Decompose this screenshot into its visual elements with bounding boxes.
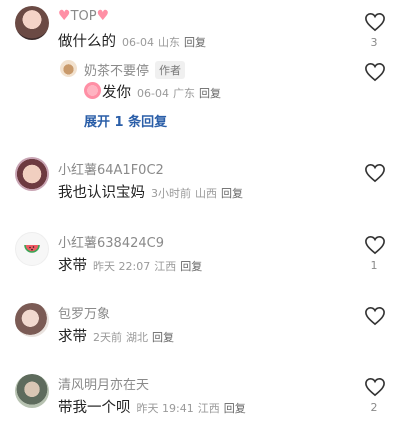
watermelon-icon [24,244,40,253]
expand-replies-link[interactable]: 展开 1 条回复 [84,111,167,130]
heart-outline-icon[interactable] [364,62,386,82]
comment-text: 做什么的 [58,34,116,50]
reply-body[interactable]: 发你 06-04 广东 回复 [102,81,221,102]
comment-username[interactable]: 清风明月亦在天 [58,374,149,393]
comment-location: 山西 [195,187,217,200]
like-count: 2 [370,401,378,414]
reply-text: 发你 [102,85,131,101]
comment-username[interactable]: 小红薯638424C9 [58,232,164,251]
comment-body[interactable]: 带我一个呗 昨天 19:41 江西 回复 [58,396,246,417]
pink-heart-icon: ♥ [96,8,110,24]
comment-username[interactable]: ♥TOP♥ [58,8,109,24]
comment-text: 求带 [58,258,87,274]
comment-body[interactable]: 做什么的 06-04 山东 回复 [58,30,206,51]
comment-text: 求带 [58,329,87,345]
reply-button[interactable]: 回复 [199,87,221,100]
comment-body[interactable]: 求带 2天前 湖北 回复 [58,325,174,346]
comment-body[interactable]: 求带 昨天 22:07 江西 回复 [58,254,202,275]
comment-location: 江西 [197,402,220,415]
avatar[interactable] [15,232,49,266]
reply-button[interactable]: 回复 [184,36,206,49]
heart-outline-icon[interactable] [364,377,386,397]
comment-body[interactable]: 我也认识宝妈 3小时前 山西 回复 [58,181,243,202]
reply-username[interactable]: 奶茶不要停 作者 [84,60,186,79]
avatar[interactable] [15,374,49,408]
reply-button[interactable]: 回复 [180,260,202,273]
avatar[interactable] [15,157,49,191]
reply-button[interactable]: 回复 [224,402,246,415]
comment-text: 带我一个呗 [58,400,131,416]
comment-text: 我也认识宝妈 [58,185,145,201]
sticker-icon [84,82,101,99]
avatar[interactable] [15,6,49,40]
pink-heart-icon: ♥ [58,8,71,24]
comment-location: 山东 [157,36,180,49]
reply-button[interactable]: 回复 [221,187,243,200]
comment-username[interactable]: 小红薯64A1F0C2 [58,159,164,178]
heart-outline-icon[interactable] [364,306,386,326]
comment-location: 湖北 [126,331,148,344]
avatar[interactable] [15,303,49,337]
author-badge: 作者 [155,61,186,79]
heart-outline-icon[interactable] [364,12,386,32]
comment-date: 06-04 [122,36,154,49]
reply-date: 06-04 [137,87,169,100]
heart-outline-icon[interactable] [364,235,386,255]
like-count: 3 [370,36,378,49]
comment-username[interactable]: 包罗万象 [58,303,110,322]
comment-location: 江西 [154,260,177,273]
heart-outline-icon[interactable] [364,163,386,183]
reply-button[interactable]: 回复 [152,331,174,344]
comment-date: 2天前 [93,331,122,344]
avatar[interactable] [60,60,77,77]
comment-date: 3小时前 [151,187,191,200]
reply-location: 广东 [172,87,195,100]
like-count: 1 [370,259,378,272]
comment-date: 昨天 22:07 [93,260,151,273]
comment-date: 昨天 19:41 [136,402,194,415]
